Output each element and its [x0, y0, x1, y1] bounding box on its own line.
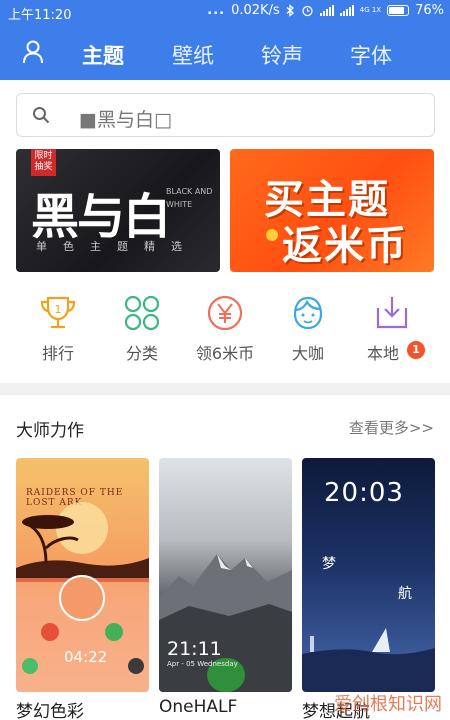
sea-illustration: 梦 航: [302, 556, 435, 692]
bluetooth-icon: [286, 4, 294, 17]
watermark: 爱创根知识网: [334, 694, 442, 715]
notification-badge: 1: [407, 341, 425, 359]
theme-name: 梦幻色彩: [16, 702, 84, 720]
lockscreen-date: Apr - 05 Wednesday: [167, 660, 238, 668]
category-label: 本地: [366, 344, 399, 363]
category-label: 分类: [125, 344, 158, 363]
banner-side-text: BLACK AND WHITE: [166, 187, 213, 209]
status-icons: ... 0.02K/s 4G 1X 76%: [207, 3, 444, 18]
theme-name: OneHALF: [159, 697, 238, 717]
yen-coin-icon: [207, 295, 243, 331]
status-bar: 上午11:20 ... 0.02K/s 4G 1X 76%: [0, 0, 450, 24]
battery-level: 76%: [415, 3, 444, 18]
alarm-icon: [302, 5, 313, 17]
user-profile-icon[interactable]: [22, 40, 44, 64]
category-label: 领6米币: [195, 344, 255, 363]
search-icon: [33, 107, 50, 124]
grid-icon: [124, 295, 160, 331]
category-local[interactable]: 本地 1: [352, 294, 432, 364]
coin-icon: [266, 229, 278, 241]
banner-title: 黑与白: [31, 189, 171, 245]
download-icon: [376, 297, 408, 329]
category-masters[interactable]: 大咖: [268, 294, 348, 364]
banner-black-white[interactable]: 限时抽奖 黑与白 BLACK AND WHITE 单色主题精选: [16, 149, 220, 272]
banner-subtitle: 单色主题精选: [36, 240, 198, 253]
theme-card[interactable]: 21:11 Apr - 05 Wednesday: [159, 458, 292, 692]
theme-card[interactable]: RAIDERS OF THE LOST ARK 04:22: [16, 458, 149, 692]
search-input[interactable]: ■黑与白□: [16, 93, 435, 137]
theme-card[interactable]: 20:03 梦 航: [302, 458, 435, 692]
network-speed: 0.02K/s: [231, 3, 280, 18]
signal-icon: [319, 5, 334, 16]
face-icon: [293, 296, 323, 330]
app-header: 上午11:20 ... 0.02K/s 4G 1X 76% 主题 壁纸 铃声 字…: [0, 0, 450, 80]
section-divider: [0, 383, 450, 395]
lockscreen-time: 04:22: [64, 648, 108, 666]
status-dots: ...: [207, 3, 226, 18]
section-title: 大师力作: [16, 421, 84, 441]
status-time: 上午11:20: [8, 8, 72, 23]
tab-themes[interactable]: 主题: [82, 40, 124, 70]
limited-lottery-tag: 限时抽奖: [31, 149, 56, 176]
category-coins[interactable]: 领6米币: [185, 294, 265, 364]
battery-icon: [387, 5, 410, 16]
tab-wallpapers[interactable]: 壁纸: [172, 40, 214, 70]
category-label: 大咖: [291, 344, 324, 363]
lockscreen-time: 21:11: [167, 638, 222, 660]
promo-line-2: 返米币: [282, 223, 408, 269]
view-more-link[interactable]: 查看更多>>: [349, 417, 434, 438]
svg-text:梦: 梦: [322, 556, 336, 572]
tab-ringtones[interactable]: 铃声: [261, 40, 303, 70]
svg-text:1: 1: [55, 303, 62, 316]
category-ranking[interactable]: 1 排行: [18, 294, 98, 364]
tab-fonts[interactable]: 字体: [350, 40, 392, 70]
svg-text:航: 航: [398, 586, 412, 602]
top-nav: 主题 壁纸 铃声 字体: [0, 34, 450, 74]
signal-2-icon: [339, 5, 354, 16]
network-tag: 4G 1X: [359, 6, 382, 14]
banner-promo[interactable]: 买主题 返米币: [230, 149, 434, 272]
search-value: ■黑与白□: [79, 109, 172, 131]
category-label: 排行: [41, 344, 74, 363]
trophy-icon: 1: [40, 296, 76, 329]
category-classify[interactable]: 分类: [102, 294, 182, 364]
